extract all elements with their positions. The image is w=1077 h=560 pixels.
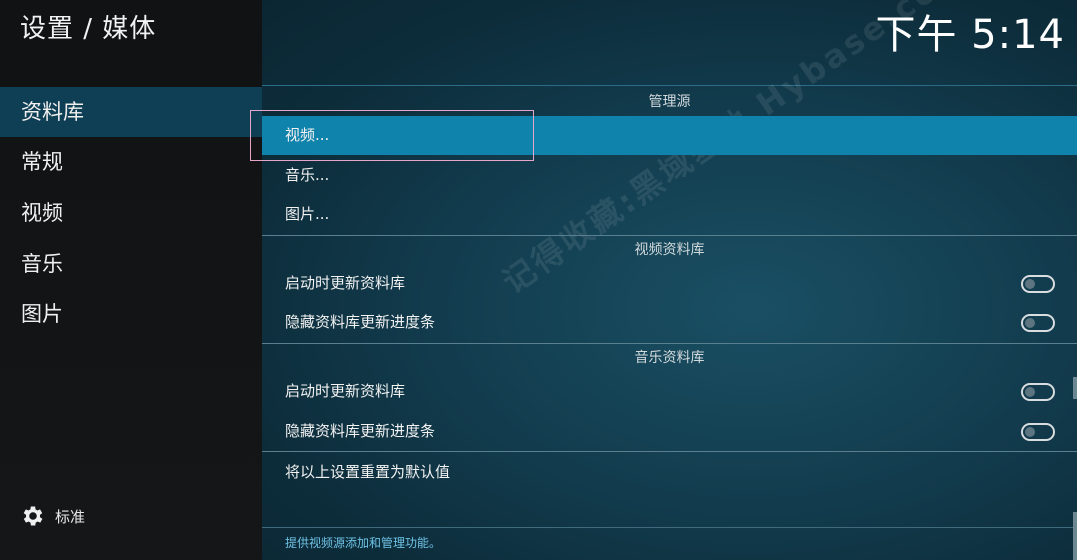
sidebar-item-music[interactable]: 音乐 (0, 239, 262, 289)
gear-icon (23, 506, 43, 526)
scrollbar[interactable] (1073, 377, 1077, 399)
picture-sources-item[interactable]: 图片... (262, 195, 1077, 234)
toggle-switch[interactable] (1021, 275, 1055, 293)
page-title: 设置 / 媒体 (20, 14, 157, 44)
sidebar-item-pictures[interactable]: 图片 (0, 289, 262, 339)
section-header-music-library: 音乐资料库 (262, 343, 1077, 372)
settings-panel: 下午 5:14 记得收藏:黑域基地 Hybase.com 管理源 视频... 音… (250, 0, 1077, 560)
setting-label: 启动时更新资料库 (285, 382, 406, 400)
sidebar: 设置 / 媒体 资料库 常规 视频 音乐 图片 标准 (0, 0, 262, 560)
toggle-switch[interactable] (1021, 314, 1055, 332)
section-header-video-library: 视频资料库 (262, 235, 1077, 264)
toggle-switch[interactable] (1021, 383, 1055, 401)
scrollbar-thumb[interactable] (1073, 512, 1077, 560)
sidebar-item-library[interactable]: 资料库 (0, 87, 262, 137)
divider (262, 85, 1077, 86)
sidebar-item-general[interactable]: 常规 (0, 137, 262, 187)
music-hide-progress-row[interactable]: 隐藏资料库更新进度条 (262, 412, 1077, 451)
music-update-on-startup-row[interactable]: 启动时更新资料库 (262, 372, 1077, 411)
toggle-switch[interactable] (1021, 423, 1055, 441)
focus-highlight (250, 110, 534, 161)
sidebar-item-video[interactable]: 视频 (0, 188, 262, 238)
toggle-knob (1025, 318, 1035, 328)
help-text: 提供视频源添加和管理功能。 (285, 536, 442, 550)
video-hide-progress-row[interactable]: 隐藏资料库更新进度条 (262, 303, 1077, 342)
setting-label: 隐藏资料库更新进度条 (285, 422, 436, 440)
music-sources-item[interactable]: 音乐... (262, 156, 1077, 195)
reset-defaults-item[interactable]: 将以上设置重置为默认值 (262, 453, 1077, 492)
video-update-on-startup-row[interactable]: 启动时更新资料库 (262, 264, 1077, 303)
settings-level-button[interactable]: 标准 (20, 503, 85, 529)
toggle-knob (1025, 279, 1035, 289)
settings-level-label: 标准 (55, 507, 86, 526)
setting-label: 启动时更新资料库 (285, 274, 406, 292)
divider (262, 527, 1077, 528)
toggle-knob (1025, 427, 1035, 437)
setting-label: 隐藏资料库更新进度条 (285, 313, 436, 331)
toggle-knob (1025, 387, 1035, 397)
